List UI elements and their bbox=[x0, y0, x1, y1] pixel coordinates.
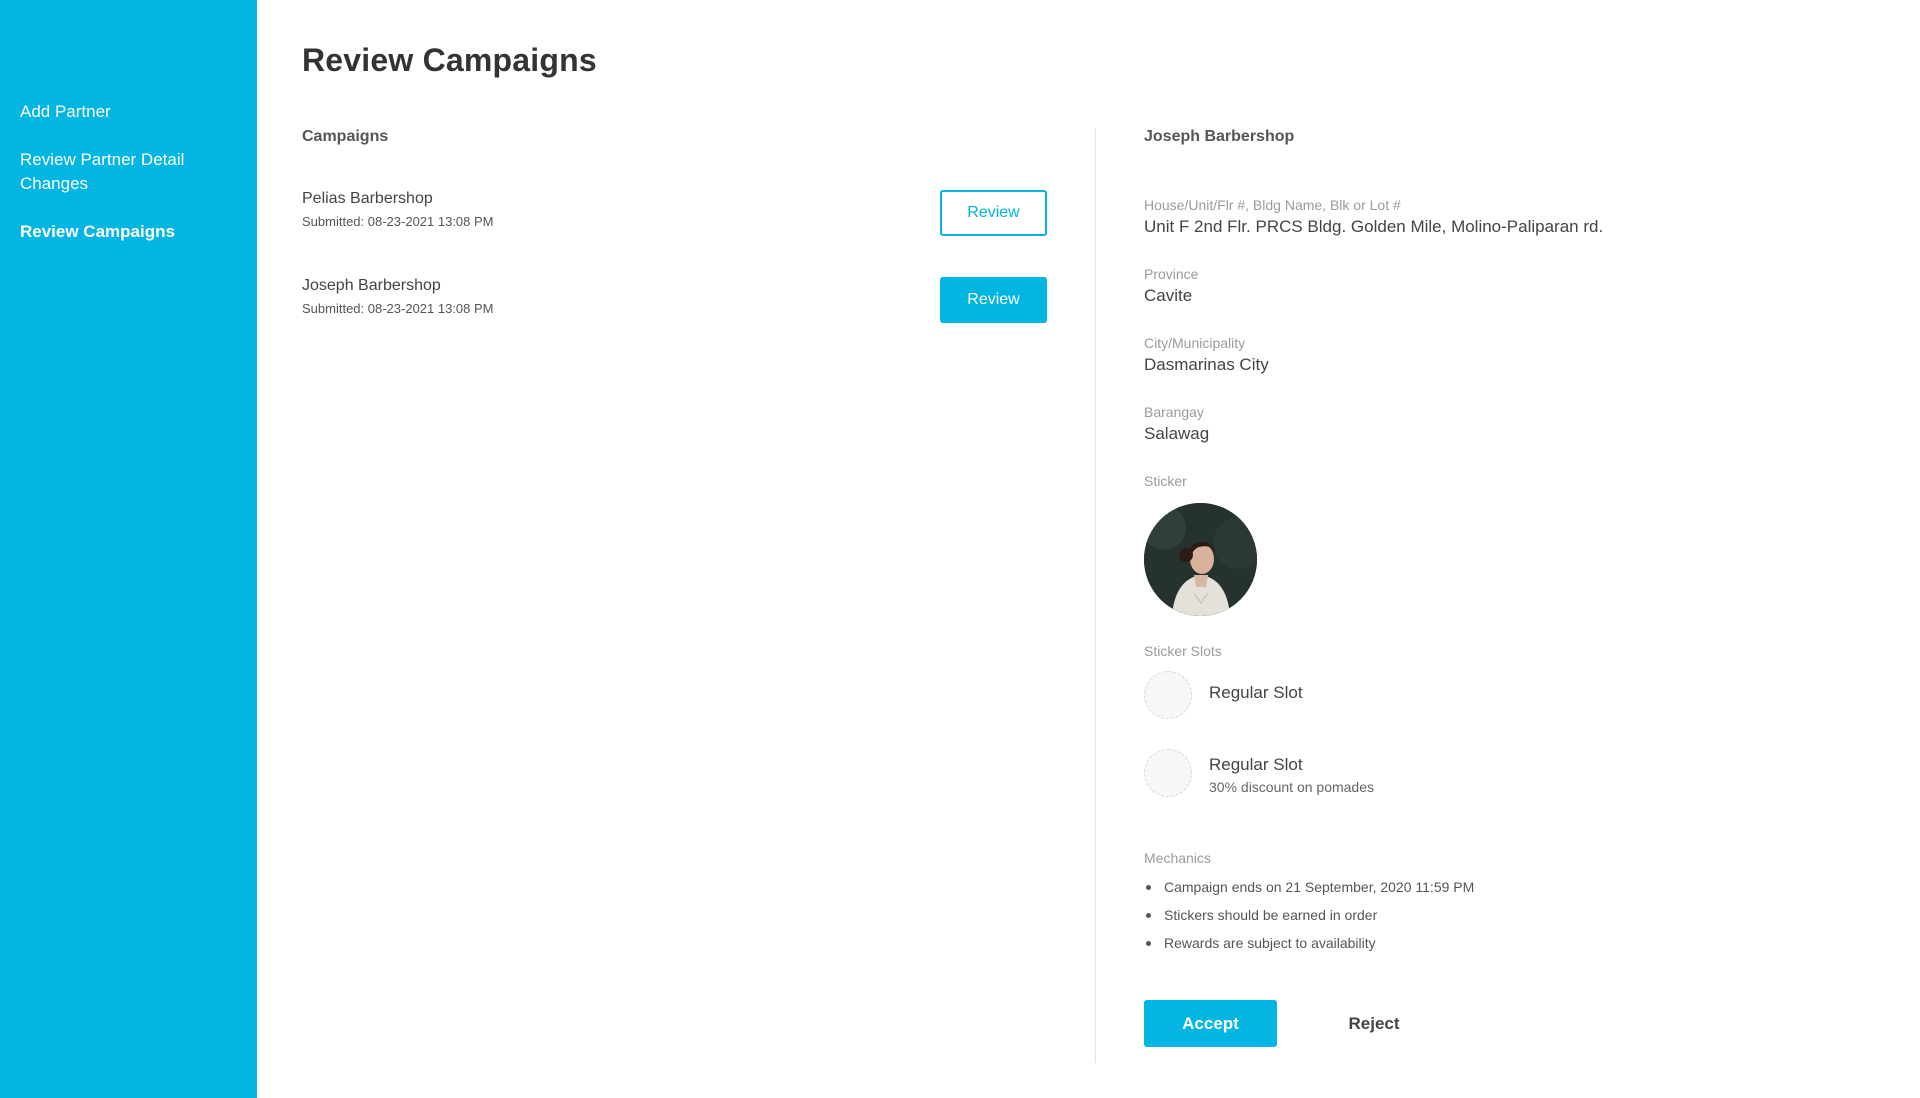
slot-placeholder-icon bbox=[1144, 749, 1192, 797]
sidebar-item-review-campaigns[interactable]: Review Campaigns bbox=[20, 220, 240, 244]
sidebar-item-add-partner[interactable]: Add Partner bbox=[20, 100, 240, 124]
address-field: House/Unit/Flr #, Bldg Name, Blk or Lot … bbox=[1144, 196, 1603, 238]
accept-button[interactable]: Accept bbox=[1144, 1000, 1277, 1047]
sticker-slot: Regular Slot 30% discount on pomades bbox=[1144, 749, 1644, 797]
sidebar-nav: Add Partner Review Partner Detail Change… bbox=[20, 100, 240, 268]
sidebar: Add Partner Review Partner Detail Change… bbox=[0, 0, 257, 1098]
sticker-image bbox=[1144, 503, 1257, 616]
sticker-portrait-icon bbox=[1144, 503, 1257, 616]
campaigns-panel: Campaigns Pelias Barbershop Submitted: 0… bbox=[302, 128, 1047, 323]
sticker-field: Sticker bbox=[1144, 472, 1187, 490]
city-label: City/Municipality bbox=[1144, 335, 1246, 351]
reject-button[interactable]: Reject bbox=[1319, 1000, 1429, 1047]
list-item: Campaign ends on 21 September, 2020 11:5… bbox=[1144, 878, 1474, 896]
campaign-submitted-date: Submitted: 08-23-2021 13:08 PM bbox=[302, 301, 494, 316]
province-field: Province Cavite bbox=[1144, 265, 1198, 307]
campaigns-heading: Campaigns bbox=[302, 128, 389, 145]
slot-description: 30% discount on pomades bbox=[1209, 779, 1374, 795]
mechanics-list: Campaign ends on 21 September, 2020 11:5… bbox=[1144, 878, 1474, 962]
province-label: Province bbox=[1144, 266, 1199, 282]
city-value: Dasmarinas City bbox=[1144, 355, 1269, 374]
campaign-row: Pelias Barbershop Submitted: 08-23-2021 … bbox=[302, 190, 1047, 238]
address-value: Unit F 2nd Flr. PRCS Bldg. Golden Mile, … bbox=[1144, 217, 1604, 236]
campaign-name: Pelias Barbershop bbox=[302, 190, 433, 207]
slot-title: Regular Slot bbox=[1209, 755, 1303, 774]
campaign-name: Joseph Barbershop bbox=[302, 277, 441, 294]
page-title: Review Campaigns bbox=[302, 42, 597, 78]
campaign-submitted-date: Submitted: 08-23-2021 13:08 PM bbox=[302, 214, 494, 229]
sticker-slots-label: Sticker Slots bbox=[1144, 643, 1222, 659]
barangay-value: Salawag bbox=[1144, 424, 1210, 443]
slot-placeholder-icon bbox=[1144, 671, 1192, 719]
campaign-detail-panel: Joseph Barbershop House/Unit/Flr #, Bldg… bbox=[1144, 128, 1844, 1047]
sticker-label: Sticker bbox=[1144, 473, 1187, 489]
city-field: City/Municipality Dasmarinas City bbox=[1144, 334, 1269, 376]
mechanics-label: Mechanics bbox=[1144, 850, 1211, 866]
list-item: Stickers should be earned in order bbox=[1144, 906, 1474, 924]
slot-title: Regular Slot bbox=[1209, 683, 1303, 702]
barangay-field: Barangay Salawag bbox=[1144, 403, 1209, 445]
campaign-row: Joseph Barbershop Submitted: 08-23-2021 … bbox=[302, 277, 1047, 325]
review-button[interactable]: Review bbox=[940, 190, 1047, 236]
review-button[interactable]: Review bbox=[940, 277, 1047, 323]
sticker-slot: Regular Slot bbox=[1144, 671, 1644, 719]
detail-title: Joseph Barbershop bbox=[1144, 128, 1295, 145]
barangay-label: Barangay bbox=[1144, 404, 1204, 420]
list-item: Rewards are subject to availability bbox=[1144, 934, 1474, 952]
province-value: Cavite bbox=[1144, 286, 1193, 305]
mechanics-field: Mechanics bbox=[1144, 849, 1211, 867]
sidebar-item-review-partner-detail-changes[interactable]: Review Partner Detail Changes bbox=[20, 148, 240, 196]
address-label: House/Unit/Flr #, Bldg Name, Blk or Lot … bbox=[1144, 197, 1401, 213]
sticker-slots-field: Sticker Slots bbox=[1144, 642, 1222, 660]
panel-divider bbox=[1095, 128, 1096, 1063]
